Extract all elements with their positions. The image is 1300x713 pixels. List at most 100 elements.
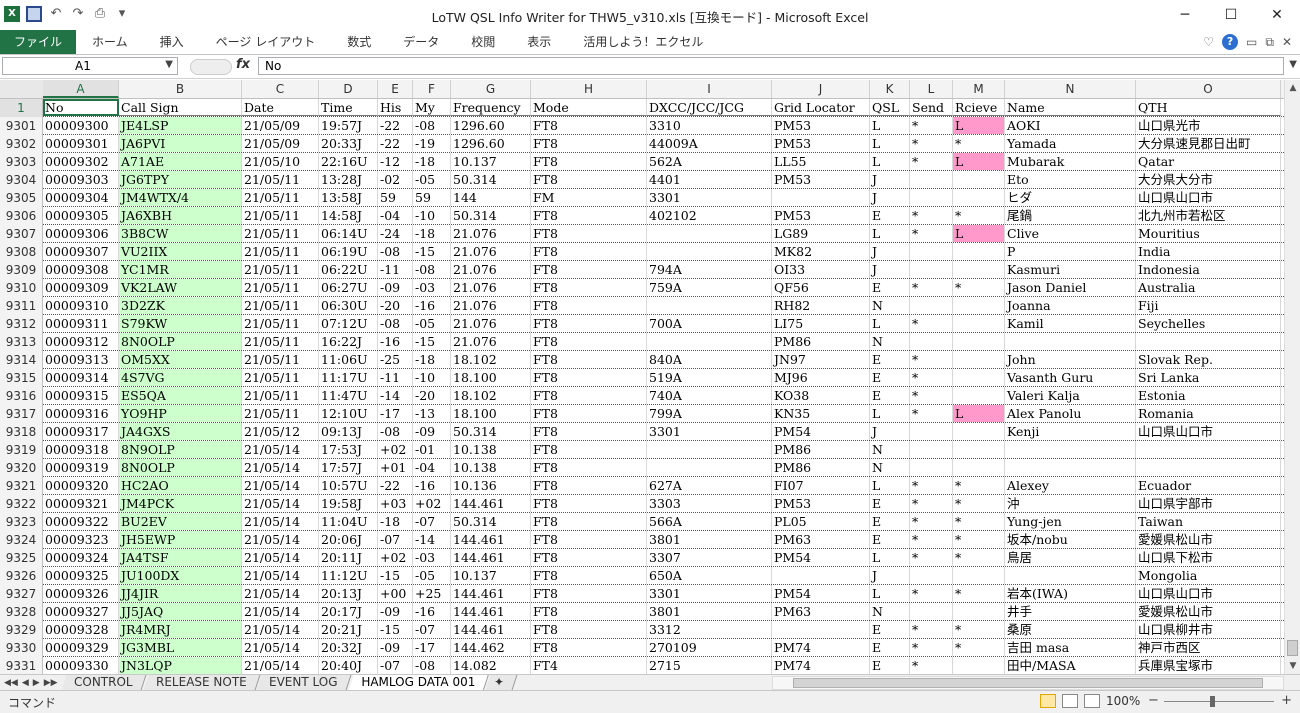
cell-i[interactable]: 2715 bbox=[647, 657, 772, 674]
cell-n[interactable]: Kamil bbox=[1005, 315, 1136, 332]
cell-j[interactable]: LG89 bbox=[772, 225, 870, 242]
cell-h[interactable]: FT8 bbox=[531, 459, 647, 476]
cell-m[interactable]: * bbox=[953, 135, 1005, 152]
cell-d[interactable]: 06:19U bbox=[319, 243, 378, 260]
cell-h[interactable]: FT8 bbox=[531, 279, 647, 296]
cell-i[interactable]: 3312 bbox=[647, 621, 772, 638]
cell-m[interactable]: Rcieve bbox=[953, 99, 1005, 116]
cell-o[interactable]: Mouritius bbox=[1136, 225, 1281, 242]
column-header-d[interactable]: D bbox=[319, 80, 378, 98]
cell-a[interactable]: 00009312 bbox=[43, 333, 119, 350]
row-header[interactable]: 9304 bbox=[0, 171, 43, 189]
minimize-button[interactable]: ─ bbox=[1162, 0, 1208, 30]
cell-n[interactable]: 尾鍋 bbox=[1005, 207, 1136, 224]
cell-e[interactable]: His bbox=[378, 99, 413, 116]
cell-b[interactable]: JM4PCK bbox=[119, 495, 242, 512]
cell-k[interactable]: E bbox=[870, 621, 910, 638]
cell-l[interactable] bbox=[910, 459, 953, 476]
cell-f[interactable]: -13 bbox=[413, 405, 451, 422]
cell-m[interactable] bbox=[953, 369, 1005, 386]
cell-j[interactable]: RH82 bbox=[772, 297, 870, 314]
cell-e[interactable]: 59 bbox=[378, 189, 413, 206]
cell-i[interactable]: 3307 bbox=[647, 549, 772, 566]
cell-m[interactable]: * bbox=[953, 585, 1005, 602]
cell-h[interactable]: FT8 bbox=[531, 531, 647, 548]
cell-n[interactable]: 鳥居 bbox=[1005, 549, 1136, 566]
cell-l[interactable]: * bbox=[910, 549, 953, 566]
cell-g[interactable]: 144.461 bbox=[451, 603, 531, 620]
cell-l[interactable] bbox=[910, 441, 953, 458]
row-header[interactable]: 9312 bbox=[0, 315, 43, 333]
cell-a[interactable]: 00009316 bbox=[43, 405, 119, 422]
cell-o[interactable]: Ecuador bbox=[1136, 477, 1281, 494]
row-header[interactable]: 9310 bbox=[0, 279, 43, 297]
cell-d[interactable]: 22:16U bbox=[319, 153, 378, 170]
cell-i[interactable]: 3301 bbox=[647, 423, 772, 440]
cell-d[interactable]: 19:57J bbox=[319, 117, 378, 134]
cell-n[interactable]: 岩本(IWA) bbox=[1005, 585, 1136, 602]
cell-c[interactable]: 21/05/11 bbox=[242, 171, 319, 188]
collapse-ribbon-icon[interactable]: ♡ bbox=[1203, 35, 1214, 49]
row-header[interactable]: 9323 bbox=[0, 513, 43, 531]
vertical-scroll-thumb[interactable] bbox=[1287, 640, 1298, 656]
cell-d[interactable]: 14:58J bbox=[319, 207, 378, 224]
cell-b[interactable]: JG3MBL bbox=[119, 639, 242, 656]
cell-j[interactable]: MK82 bbox=[772, 243, 870, 260]
sheet-nav-button[interactable]: ◀ bbox=[22, 675, 29, 691]
cell-l[interactable] bbox=[910, 261, 953, 278]
cell-k[interactable]: E bbox=[870, 531, 910, 548]
cell-d[interactable]: 19:58J bbox=[319, 495, 378, 512]
cell-m[interactable] bbox=[953, 441, 1005, 458]
cell-e[interactable]: -16 bbox=[378, 333, 413, 350]
cell-c[interactable]: 21/05/11 bbox=[242, 225, 319, 242]
cell-j[interactable]: PM74 bbox=[772, 639, 870, 656]
cell-m[interactable] bbox=[953, 567, 1005, 584]
cell-f[interactable]: -09 bbox=[413, 423, 451, 440]
cell-h[interactable]: FT8 bbox=[531, 405, 647, 422]
cell-c[interactable]: 21/05/14 bbox=[242, 603, 319, 620]
cell-m[interactable]: * bbox=[953, 621, 1005, 638]
cell-i[interactable]: 650A bbox=[647, 567, 772, 584]
cell-f[interactable]: -19 bbox=[413, 135, 451, 152]
sheet-tab[interactable]: CONTROL bbox=[61, 675, 147, 690]
cell-a[interactable]: 00009315 bbox=[43, 387, 119, 404]
cell-c[interactable]: 21/05/14 bbox=[242, 639, 319, 656]
cell-a[interactable]: 00009307 bbox=[43, 243, 119, 260]
cell-f[interactable]: -16 bbox=[413, 297, 451, 314]
cell-a[interactable]: 00009326 bbox=[43, 585, 119, 602]
cell-b[interactable]: JH5EWP bbox=[119, 531, 242, 548]
cell-a[interactable]: 00009303 bbox=[43, 171, 119, 188]
row-header[interactable]: 9328 bbox=[0, 603, 43, 621]
cell-d[interactable]: 20:40J bbox=[319, 657, 378, 674]
cell-j[interactable] bbox=[772, 567, 870, 584]
cell-o[interactable]: Mongolia bbox=[1136, 567, 1281, 584]
cell-j[interactable]: FI07 bbox=[772, 477, 870, 494]
cell-l[interactable]: * bbox=[910, 369, 953, 386]
cell-i[interactable]: 402102 bbox=[647, 207, 772, 224]
cell-d[interactable]: Time bbox=[319, 99, 378, 116]
zoom-slider[interactable]: − + bbox=[1148, 694, 1296, 710]
sheet-nav-button[interactable]: ▶ bbox=[33, 675, 40, 691]
cell-j[interactable]: LL55 bbox=[772, 153, 870, 170]
cell-a[interactable]: 00009304 bbox=[43, 189, 119, 206]
cell-c[interactable]: 21/05/14 bbox=[242, 495, 319, 512]
cell-b[interactable]: JA4GXS bbox=[119, 423, 242, 440]
cell-c[interactable]: 21/05/14 bbox=[242, 513, 319, 530]
cell-i[interactable]: 840A bbox=[647, 351, 772, 368]
cell-a[interactable]: 00009309 bbox=[43, 279, 119, 296]
cell-g[interactable]: 21.076 bbox=[451, 297, 531, 314]
cell-c[interactable]: 21/05/14 bbox=[242, 459, 319, 476]
cell-k[interactable]: E bbox=[870, 495, 910, 512]
cell-b[interactable]: 3B8CW bbox=[119, 225, 242, 242]
cell-m[interactable] bbox=[953, 459, 1005, 476]
cell-h[interactable]: FT4 bbox=[531, 657, 647, 674]
cell-m[interactable]: * bbox=[953, 477, 1005, 494]
cell-n[interactable]: Name bbox=[1005, 99, 1136, 116]
row-header[interactable]: 9329 bbox=[0, 621, 43, 639]
cell-b[interactable]: VU2IIX bbox=[119, 243, 242, 260]
cell-g[interactable]: 10.138 bbox=[451, 441, 531, 458]
cell-o[interactable]: 山口県下松市 bbox=[1136, 549, 1281, 566]
cell-i[interactable]: 270109 bbox=[647, 639, 772, 656]
zoom-level[interactable]: 100% bbox=[1106, 694, 1140, 708]
row-header[interactable]: 9311 bbox=[0, 297, 43, 315]
